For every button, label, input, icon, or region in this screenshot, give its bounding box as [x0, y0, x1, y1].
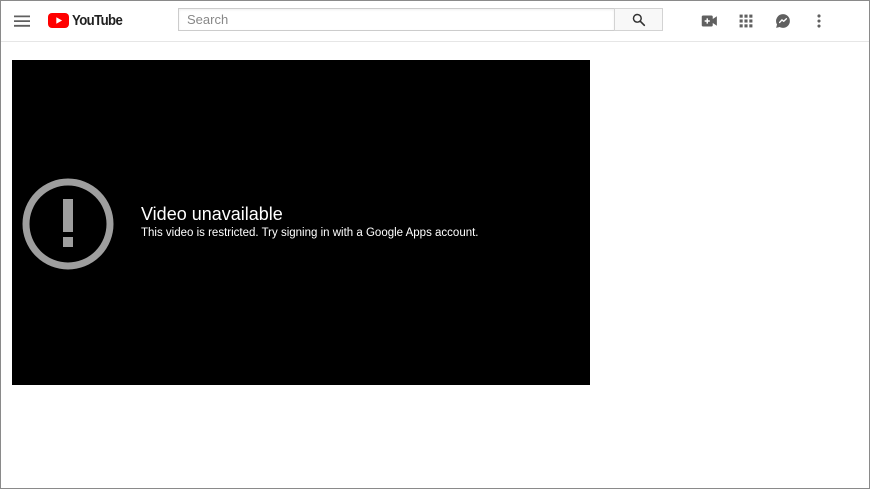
- masthead: YouTube: [1, 1, 869, 42]
- apps-grid-icon: [739, 14, 753, 28]
- create-video-button[interactable]: [698, 9, 722, 33]
- youtube-play-logo-icon: [48, 12, 69, 28]
- video-player[interactable]: Video unavailable This video is restrict…: [12, 60, 590, 385]
- error-title: Video unavailable: [141, 204, 283, 224]
- browser-frame: YouTube Search Video unavailable This vi…: [0, 0, 870, 489]
- error-reason: This video is restricted. Try signing in…: [141, 227, 479, 239]
- exclamation-circle-icon: [22, 178, 114, 270]
- search-button[interactable]: [614, 8, 663, 31]
- chat-bubble-icon: [776, 14, 790, 28]
- search-icon: [632, 13, 645, 26]
- video-camera-icon: [701, 15, 717, 27]
- search-box[interactable]: [178, 8, 614, 31]
- search-input[interactable]: [179, 9, 614, 30]
- more-options-button[interactable]: [807, 9, 831, 33]
- youtube-logo[interactable]: YouTube: [48, 10, 129, 30]
- apps-button[interactable]: [734, 9, 758, 33]
- logo-wordmark: YouTube: [72, 11, 123, 29]
- guide-button[interactable]: [10, 9, 34, 33]
- hamburger-menu-icon: [14, 15, 30, 27]
- vertical-dots-icon: [817, 14, 821, 28]
- messages-button[interactable]: [771, 9, 795, 33]
